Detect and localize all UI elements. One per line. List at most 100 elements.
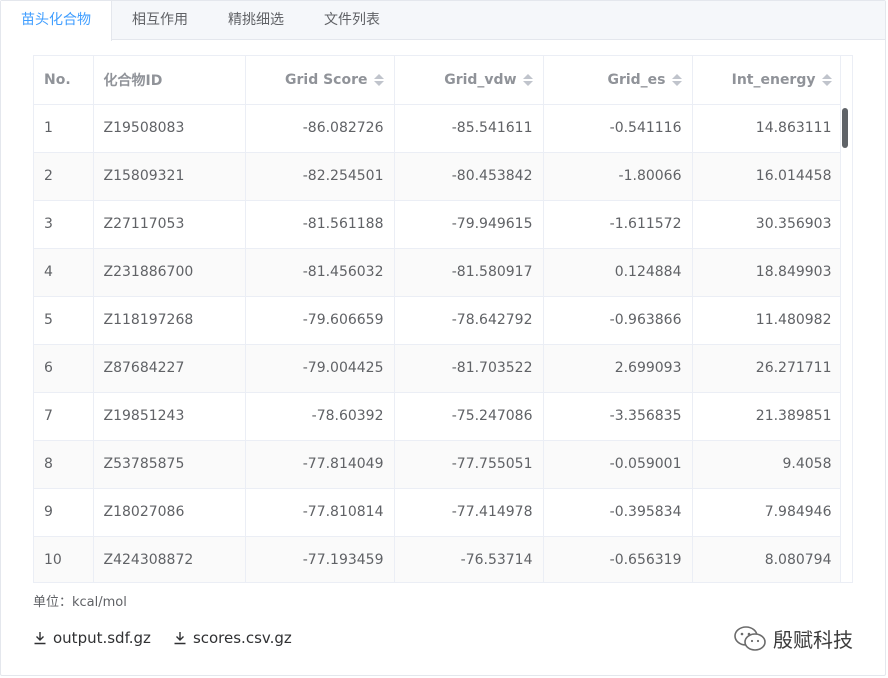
table-cell: 11.480982: [692, 296, 843, 345]
table-cell: Z15809321: [93, 152, 246, 201]
table-cell: Z27117053: [93, 200, 246, 249]
table-cell: Z87684227: [93, 344, 246, 393]
sort-icon[interactable]: [821, 73, 832, 87]
table-cell: Z18027086: [93, 488, 246, 537]
table-cell: -0.963866: [543, 296, 693, 345]
table-cell: -79.004425: [245, 344, 395, 393]
table-cell: -85.541611: [394, 104, 544, 153]
table-row[interactable]: 10 Z424308872 -77.193459 -76.53714 -0.656319…: [34, 536, 843, 582]
table-cell: 9: [34, 488, 94, 537]
table-cell: -3.356835: [543, 392, 693, 441]
table-cell: Z231886700: [93, 248, 246, 297]
table-row[interactable]: 2 Z15809321 -82.254501 -80.453842 -1.80066 16…: [34, 152, 843, 201]
watermark: 殷赋科技: [733, 624, 853, 653]
table-cell: -81.580917: [394, 248, 544, 297]
table-header-row: No. 化合物ID Grid Score Grid_vdw Grid_es In…: [34, 56, 843, 105]
table-cell: 0.124884: [543, 248, 693, 297]
column-header-label: 化合物ID: [103, 72, 163, 89]
table-cell: -77.814049: [245, 440, 395, 489]
tab-file-list[interactable]: 文件列表: [304, 1, 400, 40]
table-cell: 4: [34, 248, 94, 297]
table-cell: -77.193459: [245, 536, 395, 582]
table-row[interactable]: 3 Z27117053 -81.561188 -79.949615 -1.611572 3…: [34, 200, 843, 249]
tab-bar: 苗头化合物 相互作用 精挑细选 文件列表: [1, 1, 885, 41]
sort-icon[interactable]: [373, 73, 384, 87]
table-row[interactable]: 1 Z19508083 -86.082726 -85.541611 -0.541116 1…: [34, 104, 843, 153]
column-header-int-energy[interactable]: Int_energy: [692, 56, 843, 105]
column-header-label: Grid Score: [285, 71, 368, 88]
table-row[interactable]: 6 Z87684227 -79.004425 -81.703522 2.699093 26…: [34, 344, 843, 393]
column-header-label: No.: [44, 71, 71, 88]
table-cell: 8: [34, 440, 94, 489]
table-cell: -0.541116: [543, 104, 693, 153]
table-row[interactable]: 7 Z19851243 -78.60392 -75.247086 -3.356835 21…: [34, 392, 843, 441]
download-icon: [174, 632, 186, 645]
table-cell: -0.059001: [543, 440, 693, 489]
table-cell: -78.60392: [245, 392, 395, 441]
watermark-text: 殷赋科技: [773, 628, 853, 652]
table-cell: 14.863111: [692, 104, 843, 153]
download-links: output.sdf.gz scores.csv.gz: [33, 629, 292, 647]
table-cell: -86.082726: [245, 104, 395, 153]
table-cell: -79.606659: [245, 296, 395, 345]
table-cell: -81.561188: [245, 200, 395, 249]
table-cell: -79.949615: [394, 200, 544, 249]
table-cell: -1.80066: [543, 152, 693, 201]
table-cell: -0.656319: [543, 536, 693, 582]
table-cell: 2.699093: [543, 344, 693, 393]
table-cell: 10: [34, 536, 94, 582]
column-header-grid-es[interactable]: Grid_es: [543, 56, 693, 105]
table-cell: -1.611572: [543, 200, 693, 249]
table-cell: -78.642792: [394, 296, 544, 345]
tab-interactions[interactable]: 相互作用: [112, 1, 208, 40]
download-label: output.sdf.gz: [53, 629, 151, 647]
sort-icon[interactable]: [522, 73, 533, 87]
table-cell: 26.271711: [692, 344, 843, 393]
table-cell: -81.456032: [245, 248, 395, 297]
table-cell: Z424308872: [93, 536, 246, 582]
column-header-no: No.: [34, 56, 94, 105]
table-cell: 2: [34, 152, 94, 201]
sort-icon[interactable]: [671, 73, 682, 87]
download-scores-csv-link[interactable]: scores.csv.gz: [173, 629, 292, 647]
tab-curation[interactable]: 精挑细选: [208, 1, 304, 40]
table-cell: Z118197268: [93, 296, 246, 345]
table-cell: 30.356903: [692, 200, 843, 249]
table-cell: -75.247086: [394, 392, 544, 441]
table-scrollbar-thumb[interactable]: [842, 108, 848, 148]
column-header-grid-vdw[interactable]: Grid_vdw: [394, 56, 544, 105]
table-cell: -0.395834: [543, 488, 693, 537]
table-cell: -82.254501: [245, 152, 395, 201]
download-label: scores.csv.gz: [192, 629, 292, 647]
table-cell: -81.703522: [394, 344, 544, 393]
table-cell: -77.810814: [245, 488, 395, 537]
tab-lead-compounds[interactable]: 苗头化合物: [1, 1, 112, 41]
table-row[interactable]: 9 Z18027086 -77.810814 -77.414978 -0.395834 7…: [34, 488, 843, 537]
table-row[interactable]: 5 Z118197268 -79.606659 -78.642792 -0.963866…: [34, 296, 843, 345]
table-cell: -76.53714: [394, 536, 544, 582]
table-cell: 9.4058: [692, 440, 843, 489]
results-table: No. 化合物ID Grid Score Grid_vdw Grid_es In…: [33, 55, 853, 583]
column-header-label: Grid_es: [607, 71, 666, 88]
column-header-label: Grid_vdw: [444, 71, 517, 88]
unit-label: 单位：kcal/mol: [33, 595, 127, 610]
table-row[interactable]: 4 Z231886700 -81.456032 -81.580917 0.124884 1…: [34, 248, 843, 297]
column-header-label: Int_energy: [731, 71, 816, 88]
table-cell: -80.453842: [394, 152, 544, 201]
column-header-compound-id: 化合物ID: [93, 56, 246, 105]
table-cell: 6: [34, 344, 94, 393]
table-cell: 8.080794: [692, 536, 843, 582]
table-row[interactable]: 8 Z53785875 -77.814049 -77.755051 -0.059001 9…: [34, 440, 843, 489]
table-cell: 5: [34, 296, 94, 345]
table-cell: Z19508083: [93, 104, 246, 153]
table-cell: 7: [34, 392, 94, 441]
table-cell: 3: [34, 200, 94, 249]
table-cell: -77.755051: [394, 440, 544, 489]
download-output-sdf-link[interactable]: output.sdf.gz: [33, 629, 151, 647]
column-header-grid-score[interactable]: Grid Score: [245, 56, 395, 105]
wechat-icon: [734, 625, 766, 651]
table-cell: 21.389851: [692, 392, 843, 441]
table-cell: -77.414978: [394, 488, 544, 537]
table-cell: 18.849903: [692, 248, 843, 297]
table-cell: Z19851243: [93, 392, 246, 441]
